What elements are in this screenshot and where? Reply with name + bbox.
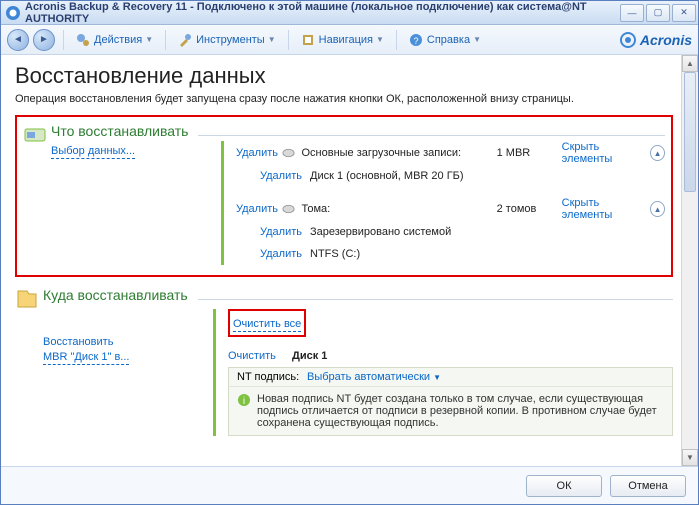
nav-forward-button[interactable]: ► (33, 29, 55, 51)
restore-source-icon (23, 123, 47, 147)
brand-text: Acronis (640, 32, 692, 48)
volumes-value: 2 томов (497, 203, 562, 215)
nt-signature-info: Новая подпись NT будет создана только в … (257, 393, 664, 429)
mbr-label: Основные загрузочные записи: (301, 147, 496, 159)
scroll-up-arrow[interactable]: ▲ (682, 55, 698, 72)
where-section-title: Куда восстанавливать (43, 287, 188, 303)
page-subtitle: Операция восстановления будет запущена с… (15, 93, 673, 105)
scroll-down-arrow[interactable]: ▼ (682, 449, 698, 466)
what-section-title: Что восстанавливать (51, 123, 188, 139)
page-heading: Восстановление данных (15, 63, 673, 89)
help-icon: ? (409, 33, 423, 47)
clear-link[interactable]: Очистить (228, 350, 292, 362)
titlebar: Acronis Backup & Recovery 11 - Подключен… (1, 1, 698, 25)
disk-icon (282, 148, 295, 158)
gears-icon (76, 33, 90, 47)
target-disk1-label: Диск 1 (292, 350, 327, 362)
hide-mbr-elements-link[interactable]: Скрыть элементы ▲ (562, 141, 665, 165)
sys-reserved-label: Зарезервировано системой (310, 226, 451, 238)
restore-mbr-label: Восстановить (43, 336, 113, 348)
cancel-button[interactable]: Отмена (610, 475, 686, 497)
restore-mbr-disk1-link[interactable]: MBR "Диск 1" в... (43, 351, 129, 365)
help-menu[interactable]: ? Справка▼ (409, 33, 481, 47)
nt-signature-dropdown[interactable]: Выбрать автоматически ▼ (307, 371, 441, 383)
delete-sysreserved-link[interactable]: Удалить (260, 226, 310, 238)
clear-all-link[interactable]: Очистить все (233, 318, 301, 332)
volumes-label: Тома: (301, 203, 496, 215)
acronis-icon (620, 32, 636, 48)
vertical-scrollbar[interactable]: ▲ ▼ (681, 55, 698, 466)
brand-logo: Acronis (620, 32, 692, 48)
choose-data-link[interactable]: Выбор данных... (51, 145, 135, 159)
nav-back-button[interactable]: ◄ (7, 29, 29, 51)
scroll-thumb[interactable] (684, 72, 696, 192)
what-to-restore-highlight: Что восстанавливать Выбор данных... (15, 115, 673, 277)
mbr-value: 1 MBR (497, 147, 562, 159)
delete-disk1-link[interactable]: Удалить (260, 170, 310, 182)
delete-volumes-link[interactable]: Удалить (236, 203, 282, 215)
svg-text:i: i (243, 396, 245, 407)
delete-mbr-link[interactable]: Удалить (236, 147, 282, 159)
wrench-icon (178, 33, 192, 47)
ok-button[interactable]: ОК (526, 475, 602, 497)
restore-target-icon (15, 287, 39, 311)
actions-label: Действия (94, 34, 142, 46)
nt-signature-box: NT подпись: Выбрать автоматически ▼ i Но… (228, 367, 673, 436)
compass-icon (301, 33, 315, 47)
footer: ОК Отмена (1, 466, 698, 504)
info-icon: i (237, 393, 251, 407)
tools-label: Инструменты (196, 34, 265, 46)
chevron-up-icon: ▲ (650, 145, 665, 161)
navigation-label: Навигация (319, 34, 373, 46)
volume-icon (282, 204, 295, 214)
help-label: Справка (427, 34, 470, 46)
hide-volumes-elements-link[interactable]: Скрыть элементы ▲ (562, 197, 665, 221)
disk1-label: Диск 1 (основной, MBR 20 ГБ) (310, 170, 464, 182)
maximize-button[interactable]: ▢ (646, 4, 670, 22)
navigation-menu[interactable]: Навигация▼ (301, 33, 384, 47)
ntfs-c-label: NTFS (C:) (310, 248, 360, 260)
minimize-button[interactable]: — (620, 4, 644, 22)
toolbar: ◄ ► Действия▼ Инструменты▼ Навигация▼ ? … (1, 25, 698, 55)
nt-signature-label: NT подпись: (237, 371, 307, 383)
delete-ntfs-c-link[interactable]: Удалить (260, 248, 310, 260)
app-icon (5, 5, 21, 21)
chevron-up-icon: ▲ (650, 201, 665, 217)
svg-text:?: ? (413, 36, 418, 46)
tools-menu[interactable]: Инструменты▼ (178, 33, 276, 47)
window-title: Acronis Backup & Recovery 11 - Подключен… (25, 1, 620, 25)
actions-menu[interactable]: Действия▼ (76, 33, 153, 47)
close-button[interactable]: ✕ (672, 4, 696, 22)
